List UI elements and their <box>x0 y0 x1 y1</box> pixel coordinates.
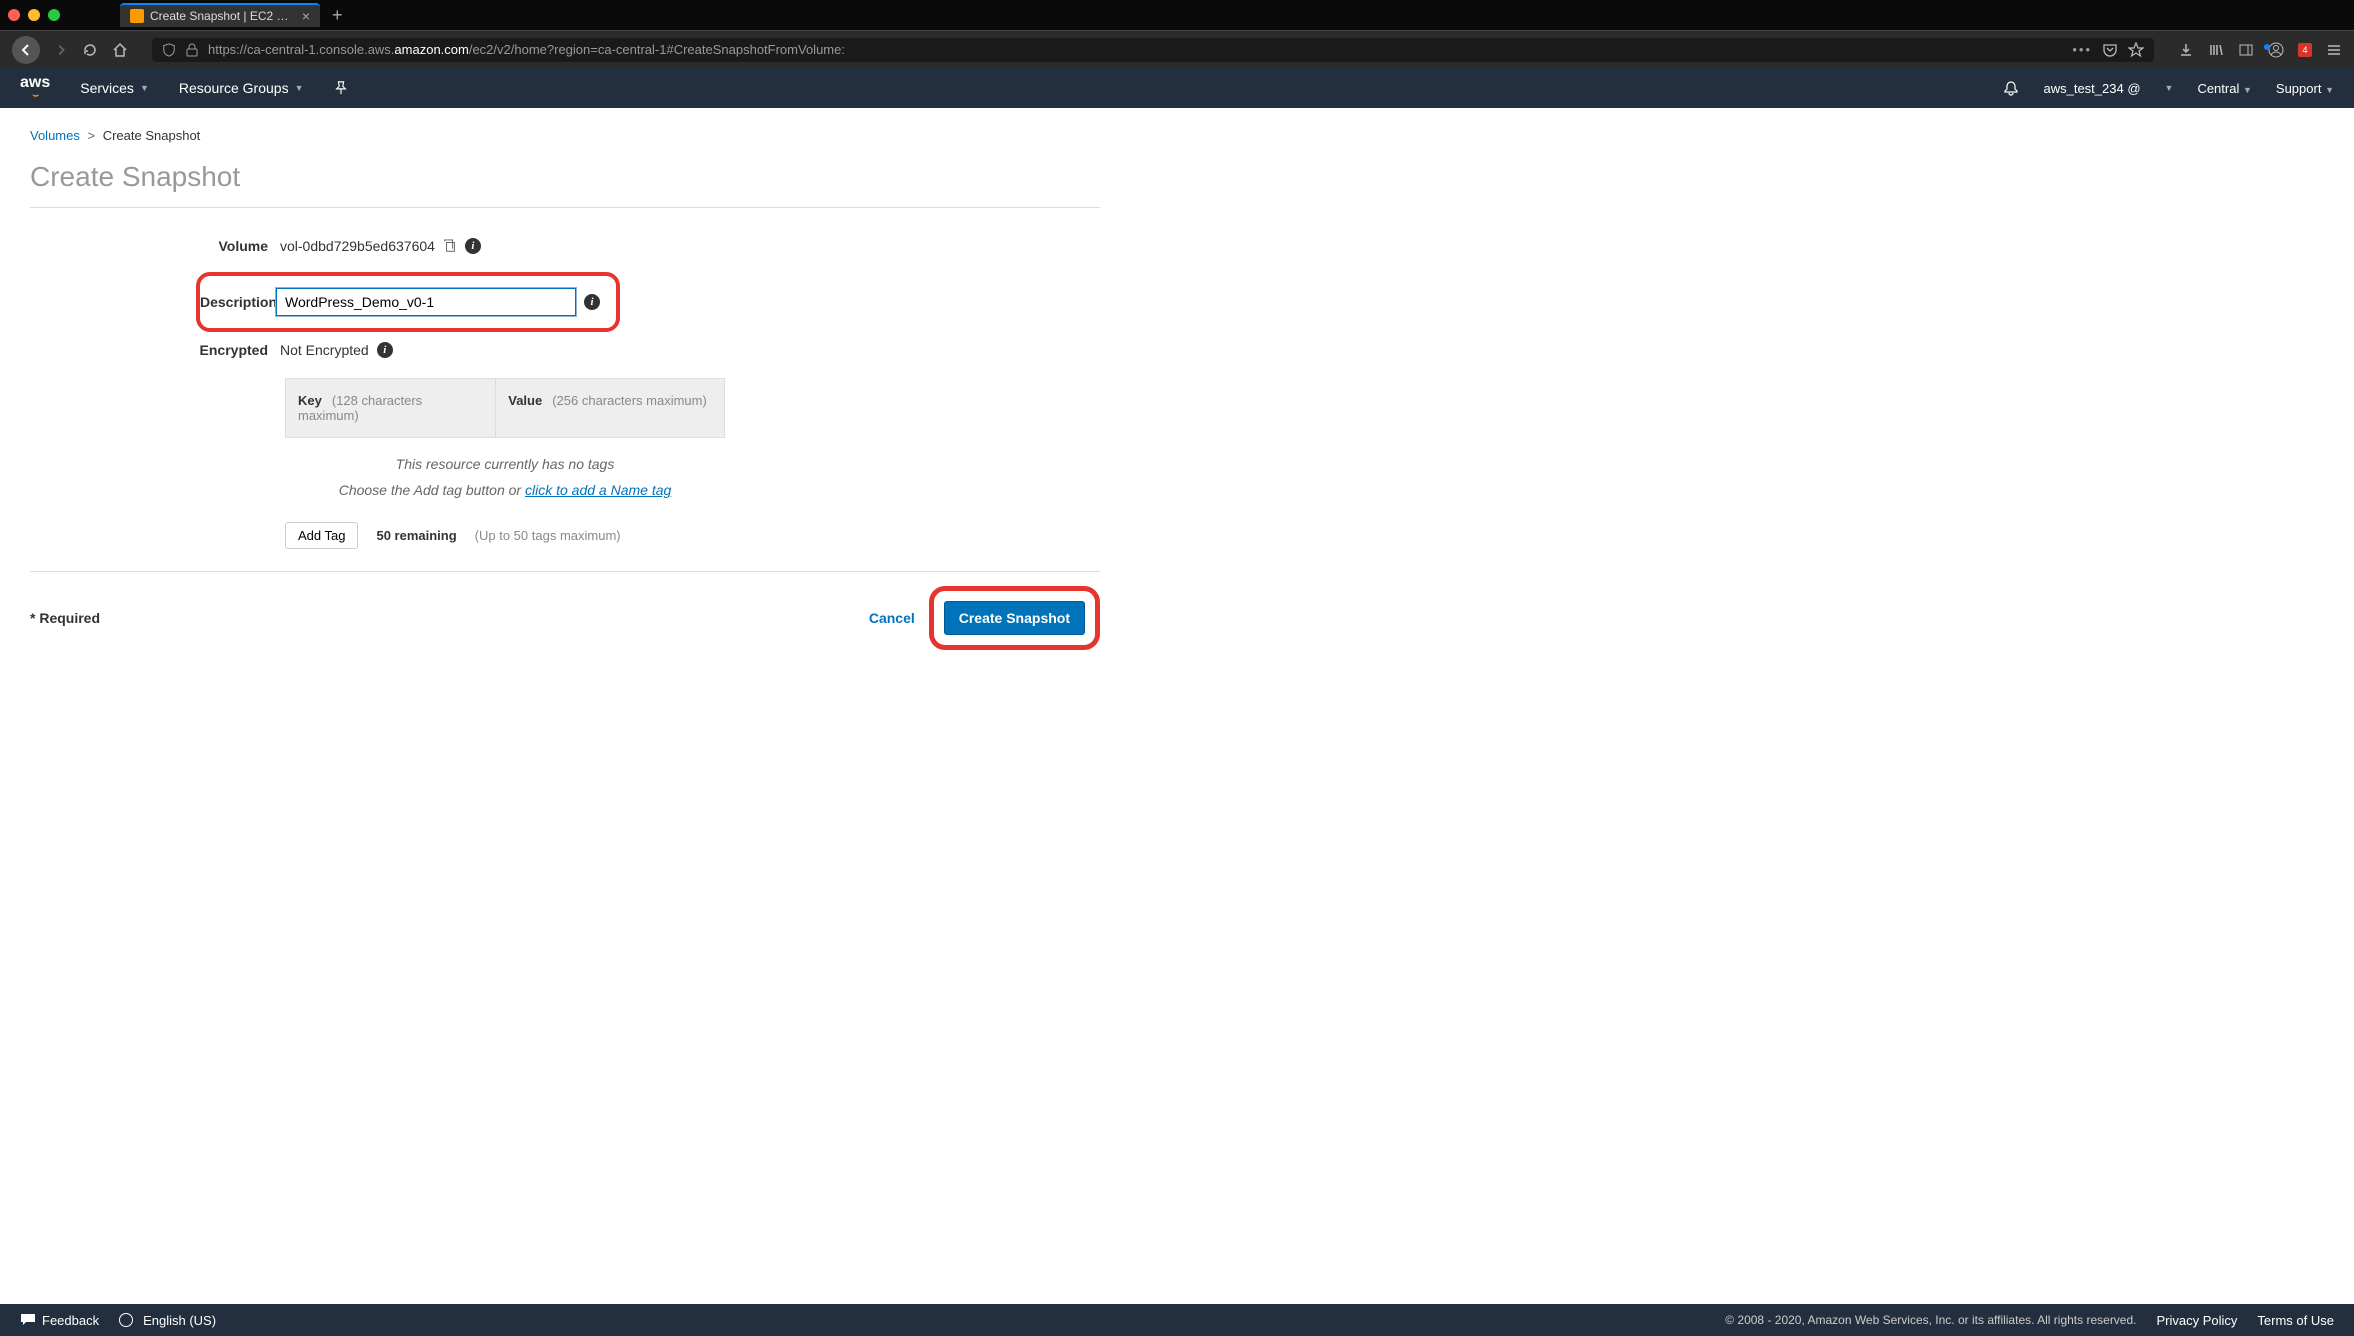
tags-choose-message: Choose the Add tag button or click to ad… <box>285 478 725 516</box>
description-input[interactable] <box>276 288 576 316</box>
volume-row: Volume vol-0dbd729b5ed637604 i <box>30 238 1100 254</box>
feedback-link[interactable]: Feedback <box>20 1313 99 1328</box>
aws-favicon-icon <box>130 9 144 23</box>
region-menu[interactable]: Central ▼ <box>2197 81 2251 96</box>
toolbar-right: 4 <box>2178 42 2342 58</box>
library-icon[interactable] <box>2208 42 2224 58</box>
divider <box>30 207 1100 208</box>
breadcrumb-current: Create Snapshot <box>103 128 201 143</box>
extension-badge[interactable]: 4 <box>2298 43 2312 57</box>
tags-actions: Add Tag 50 remaining (Up to 50 tags maxi… <box>285 522 725 549</box>
action-row: * Required Cancel Create Snapshot <box>30 586 1100 650</box>
encrypted-value: Not Encrypted <box>280 342 369 358</box>
speech-bubble-icon <box>20 1313 36 1327</box>
account-caret-icon[interactable]: ▼ <box>2165 83 2174 93</box>
notifications-icon[interactable] <box>2003 80 2019 96</box>
copyright-text: © 2008 - 2020, Amazon Web Services, Inc.… <box>1725 1313 2136 1327</box>
downloads-icon[interactable] <box>2178 42 2194 58</box>
back-button[interactable] <box>12 36 40 64</box>
breadcrumb-volumes-link[interactable]: Volumes <box>30 128 80 143</box>
info-icon[interactable]: i <box>465 238 481 254</box>
browser-chrome: Create Snapshot | EC2 Manage × + https:/… <box>0 0 2354 68</box>
resource-groups-menu[interactable]: Resource Groups▼ <box>179 80 304 96</box>
breadcrumb-separator: > <box>88 128 96 143</box>
encrypted-row: Encrypted Not Encrypted i <box>30 342 1100 358</box>
browser-tab[interactable]: Create Snapshot | EC2 Manage × <box>120 3 320 27</box>
tags-remaining: 50 remaining <box>376 528 456 543</box>
info-icon[interactable]: i <box>377 342 393 358</box>
close-tab-icon[interactable]: × <box>302 9 310 23</box>
window-controls <box>8 9 60 21</box>
minimize-window-icon[interactable] <box>28 9 40 21</box>
copy-icon[interactable] <box>443 239 457 253</box>
reload-button[interactable] <box>82 42 98 58</box>
forward-button <box>54 43 68 57</box>
description-highlight: Description i <box>196 272 620 332</box>
close-window-icon[interactable] <box>8 9 20 21</box>
volume-label: Volume <box>30 238 280 254</box>
account-menu[interactable]: aws_test_234 @ <box>2043 81 2140 96</box>
volume-id: vol-0dbd729b5ed637604 <box>280 238 435 254</box>
services-menu[interactable]: Services▼ <box>80 80 149 96</box>
tab-title: Create Snapshot | EC2 Manage <box>150 9 296 23</box>
info-icon[interactable]: i <box>584 294 600 310</box>
account-icon[interactable] <box>2268 42 2284 58</box>
divider <box>30 571 1100 572</box>
tags-section: Key(128 characters maximum) Value(256 ch… <box>285 378 725 549</box>
add-name-tag-link[interactable]: click to add a Name tag <box>525 482 671 498</box>
home-button[interactable] <box>112 42 128 58</box>
pocket-icon[interactable] <box>2102 43 2118 57</box>
tags-key-header: Key(128 characters maximum) <box>286 379 496 437</box>
support-menu[interactable]: Support ▼ <box>2276 81 2334 96</box>
terms-link[interactable]: Terms of Use <box>2257 1313 2334 1328</box>
main-content: Volumes > Create Snapshot Create Snapsho… <box>0 108 1130 650</box>
maximize-window-icon[interactable] <box>48 9 60 21</box>
sidebar-icon[interactable] <box>2238 42 2254 58</box>
breadcrumb: Volumes > Create Snapshot <box>30 128 1100 143</box>
cancel-button[interactable]: Cancel <box>865 602 919 634</box>
aws-footer: Feedback English (US) © 2008 - 2020, Ama… <box>0 1304 2354 1336</box>
add-tag-button[interactable]: Add Tag <box>285 522 358 549</box>
tags-value-header: Value(256 characters maximum) <box>496 379 724 437</box>
more-icon[interactable]: ••• <box>2072 42 2092 57</box>
description-label: Description <box>200 294 276 310</box>
shield-icon[interactable] <box>162 43 176 57</box>
bookmark-star-icon[interactable] <box>2128 42 2144 58</box>
aws-top-nav: aws ⌣ Services▼ Resource Groups▼ aws_tes… <box>0 68 2354 108</box>
required-note: * Required <box>30 610 100 626</box>
aws-logo[interactable]: aws ⌣ <box>20 75 50 101</box>
lock-icon[interactable] <box>186 43 198 57</box>
pin-icon[interactable] <box>334 81 348 95</box>
encrypted-label: Encrypted <box>30 342 280 358</box>
create-snapshot-button[interactable]: Create Snapshot <box>944 601 1085 635</box>
address-bar[interactable]: https://ca-central-1.console.aws.amazon.… <box>152 38 2154 62</box>
tab-bar: Create Snapshot | EC2 Manage × + <box>0 0 2354 30</box>
tags-empty-message: This resource currently has no tags <box>285 438 725 478</box>
tags-max-hint: (Up to 50 tags maximum) <box>475 528 621 543</box>
page-title: Create Snapshot <box>30 161 1100 193</box>
new-tab-button[interactable]: + <box>332 6 343 24</box>
submit-highlight: Create Snapshot <box>929 586 1100 650</box>
browser-toolbar: https://ca-central-1.console.aws.amazon.… <box>0 30 2354 68</box>
language-selector[interactable]: English (US) <box>119 1313 216 1328</box>
menu-icon[interactable] <box>2326 42 2342 58</box>
privacy-link[interactable]: Privacy Policy <box>2157 1313 2238 1328</box>
tags-header: Key(128 characters maximum) Value(256 ch… <box>285 378 725 438</box>
url-text: https://ca-central-1.console.aws.amazon.… <box>208 42 2062 57</box>
globe-icon <box>119 1313 133 1327</box>
